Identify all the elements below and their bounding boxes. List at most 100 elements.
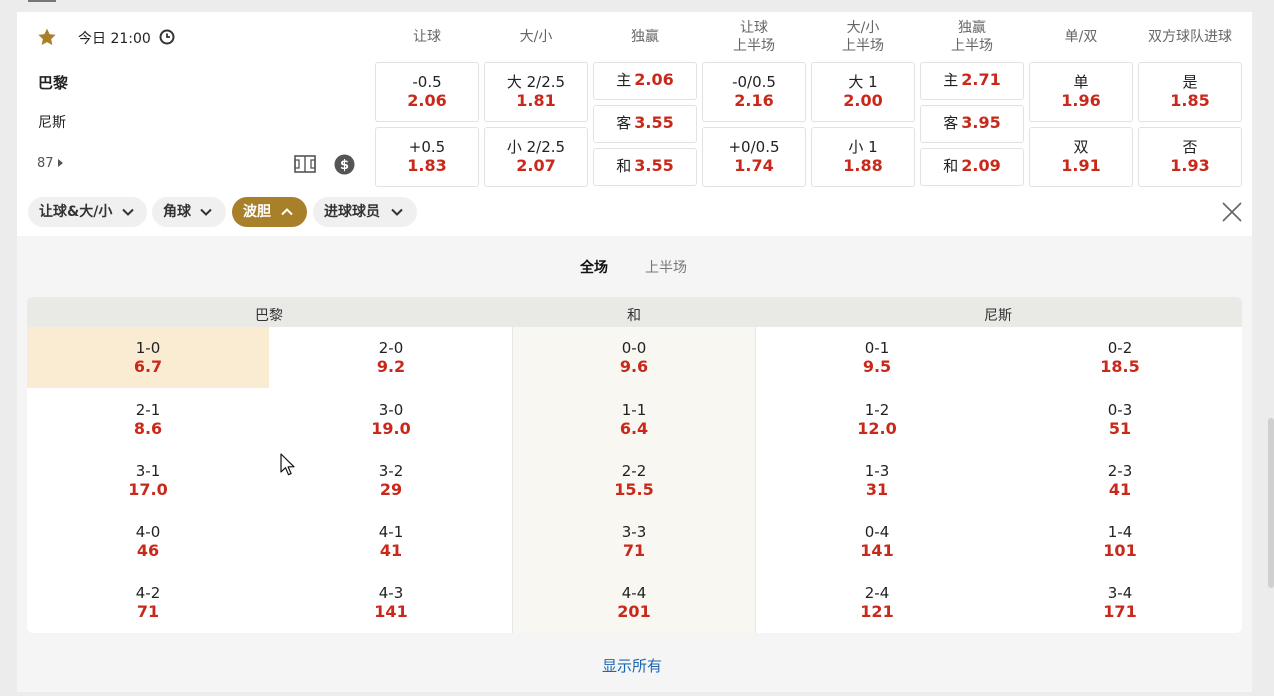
score-cell-draw[interactable]: 3-3 71	[513, 511, 755, 572]
odds-button-away-win[interactable]: 客 3.55	[593, 105, 697, 143]
odds-button-home-win[interactable]: 主 2.06	[593, 62, 697, 100]
odds-button-away-win-1h[interactable]: 客 3.95	[920, 105, 1024, 143]
score-odd: 121	[860, 602, 894, 621]
score-label: 4-2	[135, 584, 161, 602]
match-time: 今日 21:00	[78, 31, 151, 47]
odds-button-handicap-away[interactable]: +0.5 1.83	[375, 127, 479, 187]
score-label: 0-4	[864, 523, 890, 541]
score-cell-draw[interactable]: 2-2 15.5	[513, 450, 755, 511]
more-markets-link[interactable]: 87	[37, 156, 63, 171]
odds-value: 1.88	[843, 156, 883, 175]
score-cell-draw[interactable]: 4-4 201	[513, 572, 755, 633]
caret-right-icon	[57, 159, 63, 167]
tab-first-half[interactable]: 上半场	[645, 257, 687, 277]
score-odd: 31	[865, 480, 889, 499]
score-label: 2-3	[1107, 462, 1133, 480]
score-odd: 6.7	[133, 357, 163, 376]
odds-button-under[interactable]: 小 2/2.5 2.07	[484, 127, 588, 187]
score-cell-home[interactable]: 3-1 17.0	[27, 450, 269, 511]
show-all-link[interactable]: 显示所有	[602, 655, 662, 676]
score-label: 3-1	[135, 462, 161, 480]
favorite-star-icon[interactable]	[37, 27, 57, 47]
col-header-line2: 上半场	[733, 38, 775, 54]
score-cell-home[interactable]: 2-1 8.6	[27, 389, 269, 450]
col-header-line1: 独赢	[631, 29, 659, 45]
col-header-1x2-1h: 独赢 上半场	[920, 19, 1024, 55]
score-odd: 41	[1108, 480, 1132, 499]
score-cell-away[interactable]: 0-4 141	[756, 511, 998, 572]
odds-line: 客	[943, 114, 959, 132]
odds-line: 双	[1073, 138, 1089, 156]
score-cell-home[interactable]: 3-2 29	[270, 450, 512, 511]
score-cell-home[interactable]: 2-0 9.2	[270, 327, 512, 388]
score-cell-home[interactable]: 4-3 141	[270, 572, 512, 633]
score-cell-away[interactable]: 0-1 9.5	[756, 327, 998, 388]
page-scrollbar[interactable]	[1268, 418, 1274, 588]
score-odd: 141	[374, 602, 408, 621]
odds-line: 否	[1182, 138, 1198, 156]
odds-button-over[interactable]: 大 2/2.5 1.81	[484, 62, 588, 122]
odds-value: 1.96	[1061, 91, 1101, 110]
chip-handicap-ou[interactable]: 让球&大/小	[28, 197, 147, 227]
score-cell-away[interactable]: 1-3 31	[756, 450, 998, 511]
score-label: 2-2	[621, 462, 647, 480]
col-header-handicap-1h: 让球 上半场	[702, 19, 806, 55]
odds-value: 3.55	[634, 156, 674, 175]
score-cell-home[interactable]: 1-0 6.7	[27, 327, 269, 388]
odds-button-handicap-home[interactable]: -0.5 2.06	[375, 62, 479, 122]
col-header-both-teams-score: 双方球队进球	[1138, 28, 1242, 46]
score-label: 0-0	[621, 339, 647, 357]
odds-value: 1.93	[1170, 156, 1210, 175]
odds-button-draw-1h[interactable]: 和 2.09	[920, 148, 1024, 186]
field-stats-icon[interactable]	[294, 155, 316, 173]
col-header-line1: 让球	[740, 20, 768, 36]
score-cell-home[interactable]: 3-0 19.0	[270, 389, 512, 450]
grid-header-away: 尼斯	[984, 308, 1012, 324]
chip-label: 角球	[163, 204, 191, 220]
close-icon[interactable]	[1221, 201, 1243, 223]
odds-button-home-win-1h[interactable]: 主 2.71	[920, 62, 1024, 100]
odds-line: -0.5	[412, 73, 442, 91]
odds-button-odd[interactable]: 单 1.96	[1029, 62, 1133, 122]
odds-button-handicap-1h-away[interactable]: +0/0.5 1.74	[702, 127, 806, 187]
correct-score-grid: 巴黎 和 尼斯 1-0 6.7 2-1 8.6 3-1 17.0 4-0 46 4-2 7…	[27, 297, 1242, 633]
score-cell-away[interactable]: 0-2 18.5	[999, 327, 1241, 388]
odds-button-handicap-1h-home[interactable]: -0/0.5 2.16	[702, 62, 806, 122]
col-header-odd-even: 单/双	[1029, 28, 1133, 46]
score-cell-away[interactable]: 0-3 51	[999, 389, 1241, 450]
odds-button-btts-no[interactable]: 否 1.93	[1138, 127, 1242, 187]
chip-corners[interactable]: 角球	[152, 197, 226, 227]
chevron-down-icon	[122, 208, 134, 216]
score-cell-away[interactable]: 1-4 101	[999, 511, 1241, 572]
score-cell-away[interactable]: 2-3 41	[999, 450, 1241, 511]
odds-button-even[interactable]: 双 1.91	[1029, 127, 1133, 187]
score-cell-away[interactable]: 3-4 171	[999, 572, 1241, 633]
col-header-over-under: 大/小	[484, 28, 588, 46]
score-odd: 141	[860, 541, 894, 560]
odds-button-btts-yes[interactable]: 是 1.85	[1138, 62, 1242, 122]
odds-line: -0/0.5	[732, 73, 776, 91]
col-header-line2: 上半场	[842, 38, 884, 54]
score-cell-home[interactable]: 4-1 41	[270, 511, 512, 572]
top-divider	[28, 0, 56, 2]
odds-value: 3.55	[634, 113, 674, 132]
score-cell-home[interactable]: 4-0 46	[27, 511, 269, 572]
odds-button-under-1h[interactable]: 小 1 1.88	[811, 127, 915, 187]
chip-correct-score[interactable]: 波胆	[232, 197, 307, 227]
score-cell-away[interactable]: 1-2 12.0	[756, 389, 998, 450]
score-label: 3-3	[621, 523, 647, 541]
col-header-line1: 独赢	[958, 20, 986, 36]
chip-goalscorers[interactable]: 进球球员	[313, 197, 417, 227]
score-label: 4-1	[378, 523, 404, 541]
chevron-down-icon	[200, 208, 212, 216]
score-cell-away[interactable]: 2-4 121	[756, 572, 998, 633]
svg-text:$: $	[340, 158, 349, 173]
score-cell-draw[interactable]: 0-0 9.6	[513, 327, 755, 388]
odds-button-over-1h[interactable]: 大 1 2.00	[811, 62, 915, 122]
cashout-dollar-icon[interactable]: $	[334, 154, 355, 175]
tab-full-time[interactable]: 全场	[580, 257, 608, 277]
score-label: 1-4	[1107, 523, 1133, 541]
score-cell-draw[interactable]: 1-1 6.4	[513, 389, 755, 450]
odds-button-draw[interactable]: 和 3.55	[593, 148, 697, 186]
score-cell-home[interactable]: 4-2 71	[27, 572, 269, 633]
